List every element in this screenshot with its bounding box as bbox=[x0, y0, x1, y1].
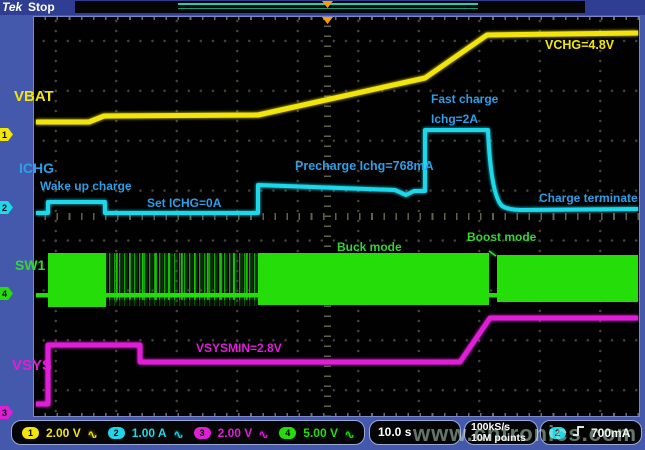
waveform-display bbox=[33, 16, 640, 417]
vsys-label: VSYS bbox=[12, 357, 52, 374]
channel3-readout: 3 2.00 V bbox=[194, 426, 269, 440]
wake-up-charge-annotation: Wake up charge bbox=[40, 179, 132, 193]
sw1-trace bbox=[36, 251, 638, 307]
tek-logo: Tek bbox=[2, 0, 22, 14]
waveform-traces bbox=[34, 17, 639, 416]
top-status-bar: Tek Stop bbox=[0, 0, 645, 15]
vsys-trace bbox=[36, 318, 638, 404]
channel4-ground-marker: 4 bbox=[0, 287, 13, 300]
channel1-badge: 1 bbox=[22, 427, 39, 439]
vchg-annotation: VCHG=4.8V bbox=[545, 38, 614, 52]
precharge-annotation: Precharge Ichg=768mA bbox=[295, 159, 434, 173]
channel2-number: 2 bbox=[0, 203, 7, 213]
channel4-badge: 4 bbox=[279, 427, 296, 439]
oscilloscope-screen: Tek Stop bbox=[0, 0, 645, 450]
channel4-readout: 4 5.00 V bbox=[279, 426, 354, 440]
channel2-scale: 1.00 A bbox=[132, 426, 167, 440]
channel4-number: 4 bbox=[0, 289, 7, 299]
acquisition-preview-bar bbox=[75, 1, 585, 13]
channel2-coupling-icon bbox=[174, 428, 183, 438]
channel4-scale: 5.00 V bbox=[303, 426, 338, 440]
channel1-readout: 1 2.00 V bbox=[22, 426, 97, 440]
channel2-readout: 2 1.00 A bbox=[108, 426, 183, 440]
boost-mode-annotation: Boost mode bbox=[467, 230, 536, 244]
vsysmin-annotation: VSYSMIN=2.8V bbox=[196, 341, 282, 355]
channel2-ground-marker: 2 bbox=[0, 201, 13, 214]
set-ichg-annotation: Set ICHG=0A bbox=[147, 196, 221, 210]
channel1-coupling-icon bbox=[88, 428, 97, 438]
vbat-label: VBAT bbox=[14, 88, 54, 105]
channel-readouts: 1 2.00 V 2 1.00 A 3 2.00 V 4 5.00 V bbox=[11, 420, 365, 445]
acquisition-status: Stop bbox=[28, 0, 55, 14]
preview-waveform-line bbox=[178, 8, 478, 9]
channel3-badge: 3 bbox=[194, 427, 211, 439]
channel2-badge: 2 bbox=[108, 427, 125, 439]
ichg-label: ICHG bbox=[19, 160, 54, 176]
fast-charge-annotation: Fast charge bbox=[431, 92, 498, 106]
channel1-scale: 2.00 V bbox=[46, 426, 81, 440]
channel3-coupling-icon bbox=[259, 428, 268, 438]
channel1-ground-marker: 1 bbox=[0, 128, 13, 141]
charge-terminate-annotation: Charge terminate bbox=[539, 191, 638, 205]
ichg-2a-annotation: Ichg=2A bbox=[431, 112, 478, 126]
watermark: www.cntronics.com bbox=[413, 421, 637, 447]
sw1-label: SW1 bbox=[15, 257, 45, 273]
channel3-number: 3 bbox=[0, 408, 7, 418]
buck-mode-annotation: Buck mode bbox=[337, 240, 402, 254]
channel1-number: 1 bbox=[0, 130, 7, 140]
channel4-coupling-icon bbox=[345, 428, 354, 438]
channel3-scale: 2.00 V bbox=[218, 426, 253, 440]
